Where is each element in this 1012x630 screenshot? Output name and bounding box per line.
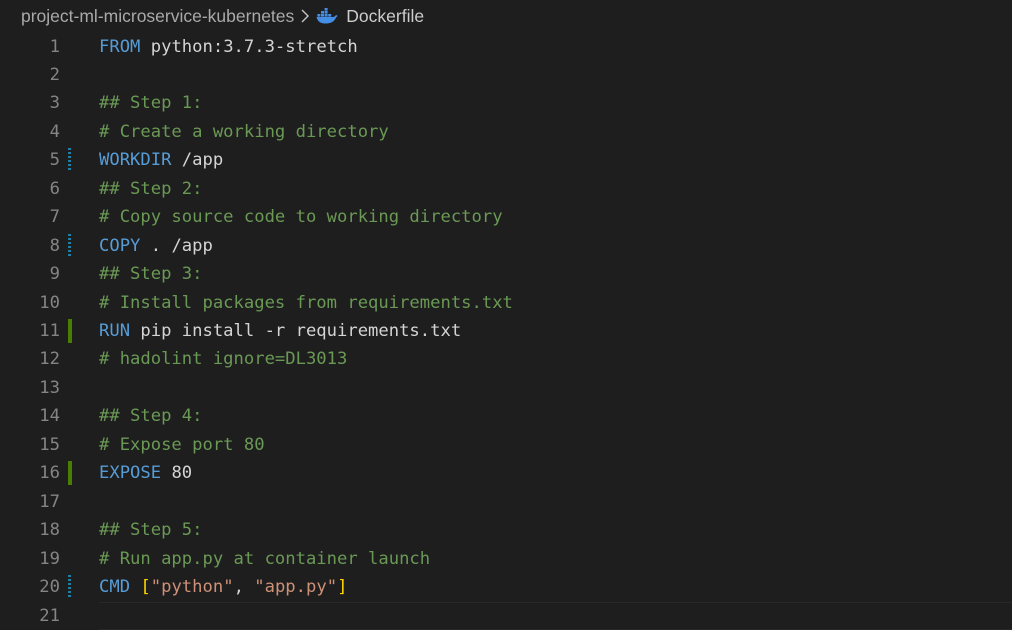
code-token: # Expose port 80 bbox=[99, 434, 265, 455]
code-line[interactable]: 19 # Run app.py at container launch bbox=[0, 545, 1012, 573]
code-line[interactable]: 6 ## Step 2: bbox=[0, 175, 1012, 203]
line-code: # Run app.py at container launch bbox=[99, 545, 430, 573]
code-line[interactable]: 15 # Expose port 80 bbox=[0, 431, 1012, 459]
code-line[interactable]: 16 EXPOSE 80 bbox=[0, 459, 1012, 487]
code-token: # Run app.py at container launch bbox=[99, 548, 431, 569]
line-code: ## Step 3: bbox=[99, 260, 202, 288]
code-line[interactable]: 8 COPY . /app bbox=[0, 232, 1012, 260]
code-token: "python" bbox=[150, 577, 234, 598]
code-token: FROM bbox=[99, 36, 141, 57]
line-number: 15 bbox=[39, 434, 60, 455]
line-number: 17 bbox=[39, 491, 60, 512]
code-line[interactable]: 4 # Create a working directory bbox=[0, 118, 1012, 146]
breadcrumb-file[interactable]: Dockerfile bbox=[346, 6, 424, 27]
gutter-modified-marker[interactable] bbox=[68, 233, 71, 258]
code-line[interactable]: 13 bbox=[0, 374, 1012, 402]
code-line[interactable]: 12 # hadolint ignore=DL3013 bbox=[0, 345, 1012, 373]
line-number: 1 bbox=[49, 36, 60, 57]
code-token: # hadolint ignore=DL3013 bbox=[99, 349, 348, 370]
line-code: # Create a working directory bbox=[99, 118, 389, 146]
line-number: 5 bbox=[49, 150, 60, 171]
code-token: ] bbox=[337, 577, 348, 598]
code-token: ## Step 4: bbox=[99, 406, 203, 427]
line-code: # Copy source code to working directory bbox=[99, 203, 503, 231]
line-number: 3 bbox=[49, 93, 60, 114]
line-number: 12 bbox=[39, 349, 60, 370]
code-token: . /app bbox=[140, 235, 213, 256]
line-code: WORKDIR /app bbox=[99, 146, 223, 174]
code-editor[interactable]: 1 FROM python:3.7.3-stretch 2 3 ## Step 1: 4 #… bbox=[0, 32, 1012, 630]
code-token: COPY bbox=[99, 235, 141, 256]
code-token: 80 bbox=[161, 463, 193, 484]
gutter-added-marker[interactable] bbox=[68, 319, 72, 343]
code-token: # Copy source code to working directory bbox=[99, 207, 503, 228]
line-number: 7 bbox=[49, 207, 60, 228]
line-number: 16 bbox=[39, 463, 60, 484]
gutter-added-marker[interactable] bbox=[68, 461, 72, 486]
line-code: # Expose port 80 bbox=[99, 431, 265, 459]
line-number: 18 bbox=[39, 520, 60, 541]
line-number: 19 bbox=[39, 548, 60, 569]
breadcrumb: project-ml-microservice-kubernetes Docke… bbox=[0, 0, 1012, 32]
code-token: ## Step 1: bbox=[99, 93, 203, 114]
line-code: ## Step 5: bbox=[99, 516, 202, 544]
code-token: /app bbox=[171, 150, 224, 171]
code-line[interactable]: 2 bbox=[0, 61, 1012, 89]
line-number: 21 bbox=[39, 605, 60, 626]
code-line[interactable]: 5 WORKDIR /app bbox=[0, 146, 1012, 174]
line-code: CMD ["python", "app.py"] bbox=[99, 573, 347, 601]
line-code: # hadolint ignore=DL3013 bbox=[99, 345, 347, 373]
line-number: 9 bbox=[49, 264, 60, 285]
code-token: CMD bbox=[99, 577, 131, 598]
code-line[interactable]: 9 ## Step 3: bbox=[0, 260, 1012, 288]
line-number: 2 bbox=[49, 64, 60, 85]
docker-whale-icon bbox=[316, 8, 338, 24]
line-number: 10 bbox=[39, 292, 60, 313]
code-line[interactable]: 18 ## Step 5: bbox=[0, 516, 1012, 544]
line-code: # Install packages from requirements.txt bbox=[99, 289, 513, 317]
line-number: 11 bbox=[39, 321, 60, 341]
code-token: ## Step 2: bbox=[99, 178, 203, 199]
line-code: RUN pip install -r requirements.txt bbox=[99, 317, 461, 345]
breadcrumb-project[interactable]: project-ml-microservice-kubernetes bbox=[21, 6, 294, 27]
line-number: 6 bbox=[49, 178, 60, 199]
code-line[interactable]: 21 bbox=[0, 601, 1012, 630]
code-token: ## Step 3: bbox=[99, 264, 203, 285]
chevron-right-icon bbox=[300, 9, 310, 23]
code-token: # Create a working directory bbox=[99, 121, 389, 142]
code-line[interactable]: 17 bbox=[0, 488, 1012, 516]
line-code: FROM python:3.7.3-stretch bbox=[99, 33, 358, 61]
current-line-highlight bbox=[99, 601, 1012, 630]
code-line[interactable]: 1 FROM python:3.7.3-stretch bbox=[0, 33, 1012, 61]
code-token: python:3.7.3-stretch bbox=[140, 36, 358, 57]
line-number: 14 bbox=[39, 406, 60, 427]
line-code: EXPOSE 80 bbox=[99, 459, 192, 487]
code-token: pip install -r requirements.txt bbox=[130, 321, 462, 341]
code-token: WORKDIR bbox=[99, 150, 172, 171]
code-line[interactable]: 11 RUN pip install -r requirements.txt bbox=[0, 317, 1012, 345]
code-token: [ bbox=[140, 577, 151, 598]
code-token: ## Step 5: bbox=[99, 520, 203, 541]
code-token: , bbox=[233, 577, 255, 598]
line-code: COPY . /app bbox=[99, 232, 213, 260]
code-token: EXPOSE bbox=[99, 463, 162, 484]
gutter-modified-marker[interactable] bbox=[68, 575, 71, 600]
code-line[interactable]: 20 CMD ["python", "app.py"] bbox=[0, 573, 1012, 601]
code-line[interactable]: 10 # Install packages from requirements.t… bbox=[0, 289, 1012, 317]
code-line[interactable]: 7 # Copy source code to working directory bbox=[0, 203, 1012, 231]
line-number: 20 bbox=[39, 577, 60, 598]
code-line[interactable]: 14 ## Step 4: bbox=[0, 402, 1012, 430]
line-number: 8 bbox=[49, 235, 60, 256]
line-code: ## Step 2: bbox=[99, 175, 202, 203]
line-code: ## Step 4: bbox=[99, 402, 202, 430]
code-token: RUN bbox=[99, 321, 131, 341]
line-number: 4 bbox=[49, 121, 60, 142]
code-token: "app.py" bbox=[254, 577, 338, 598]
line-number: 13 bbox=[39, 377, 60, 398]
line-code: ## Step 1: bbox=[99, 89, 202, 117]
code-token: # Install packages from requirements.txt bbox=[99, 292, 513, 313]
gutter-modified-marker[interactable] bbox=[68, 148, 71, 173]
code-line[interactable]: 3 ## Step 1: bbox=[0, 89, 1012, 117]
